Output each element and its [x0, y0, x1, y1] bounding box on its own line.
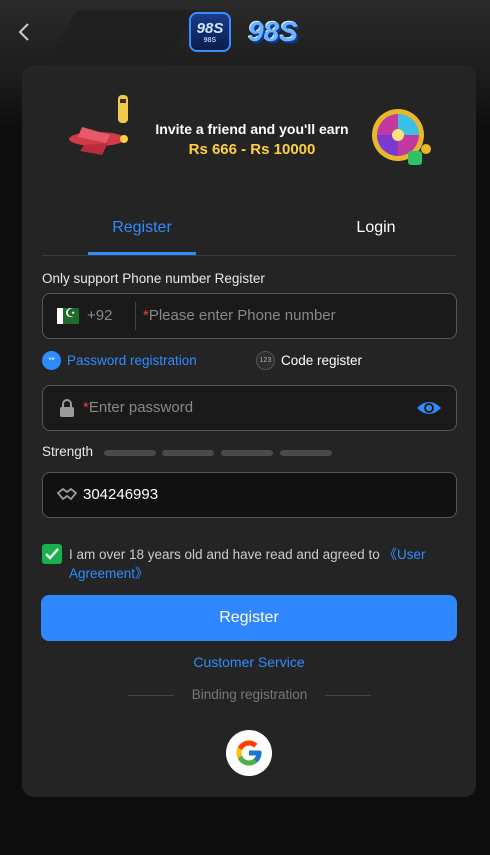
- invite-code-value: 304246993: [83, 486, 159, 503]
- binding-registration-label: Binding registration: [191, 687, 308, 702]
- strength-label: Strength: [42, 444, 94, 459]
- handshake-icon: [57, 487, 77, 501]
- invite-banner[interactable]: Invite a friend and you'll earn Rs 666 -…: [62, 93, 436, 177]
- checkmark-icon: [45, 548, 59, 560]
- strength-bar: [221, 450, 273, 456]
- invite-code-field[interactable]: 304246993: [42, 472, 457, 518]
- eye-icon[interactable]: [416, 397, 442, 419]
- strength-bar: [162, 450, 214, 456]
- chevron-left-icon: [18, 23, 29, 41]
- banner-headline: Invite a friend and you'll earn: [155, 121, 349, 137]
- password-registration-label: Password registration: [67, 353, 197, 368]
- strength-bar: [104, 450, 156, 456]
- auth-tabs: Register Login: [42, 215, 456, 256]
- google-icon: [236, 740, 262, 766]
- code-register-option[interactable]: 123 Code register: [256, 351, 362, 370]
- lock-icon: [60, 399, 74, 417]
- phone-field[interactable]: +92 *Please enter Phone number: [42, 293, 457, 339]
- password-field[interactable]: *Enter password: [42, 385, 457, 431]
- agreement-checkbox[interactable]: [42, 544, 62, 564]
- password-placeholder: *Enter password: [83, 399, 194, 416]
- register-hint: Only support Phone number Register: [42, 271, 265, 286]
- code-register-label: Code register: [281, 353, 363, 368]
- password-mode-icon: **: [42, 351, 61, 370]
- wordmark-logo: 98S: [248, 16, 298, 47]
- field-divider: [135, 302, 136, 330]
- phone-placeholder: *Please enter Phone number: [143, 307, 336, 324]
- strength-bar: [280, 450, 332, 456]
- register-button[interactable]: Register: [41, 595, 457, 641]
- brand-logos: 98S 98S 98S: [189, 12, 303, 52]
- back-button[interactable]: [12, 20, 36, 44]
- binding-registration-divider: Binding registration: [128, 687, 371, 705]
- agreement-text: I am over 18 years old and have read and…: [69, 547, 426, 581]
- customer-service-link[interactable]: Customer Service: [22, 654, 476, 670]
- app-icon-logo: 98S 98S: [189, 12, 231, 52]
- google-login-button[interactable]: [226, 730, 272, 776]
- code-mode-icon: 123: [256, 351, 275, 370]
- password-registration-option[interactable]: ** Password registration: [42, 351, 197, 370]
- banner-amount: Rs 666 - Rs 10000: [188, 141, 316, 158]
- pakistan-flag-icon: [57, 306, 79, 324]
- register-mode-selector: ** Password registration 123 Code regist…: [42, 351, 457, 371]
- tab-register[interactable]: Register: [88, 215, 196, 255]
- prize-wheel-icon: [372, 109, 431, 165]
- register-card: Invite a friend and you'll earn Rs 666 -…: [22, 65, 476, 797]
- tab-login[interactable]: Login: [322, 215, 430, 255]
- rocket-icon: [118, 95, 128, 123]
- country-code[interactable]: +92: [87, 307, 112, 324]
